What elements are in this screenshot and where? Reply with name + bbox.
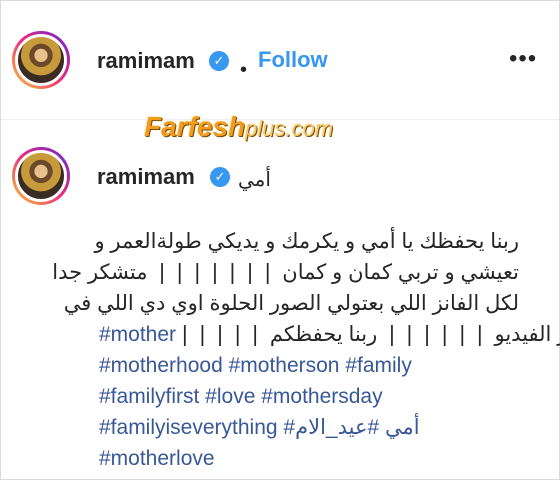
caption-title: أمي	[238, 169, 271, 191]
caption-story-ring[interactable]	[12, 147, 70, 205]
hashtags-line-5[interactable]: #motherlove	[99, 443, 519, 474]
username-link[interactable]: ramimam	[97, 48, 195, 74]
caption-avatar[interactable]	[15, 150, 67, 202]
avatar[interactable]	[15, 34, 67, 86]
caption-line-2: تعيشي و تربي كمان و كمان ❘❘❘❘❘❘❘ متشكر ج…	[52, 261, 519, 284]
watermark-brand: Farfesh	[144, 111, 246, 142]
caption-text: ربنا يحفظك يا أمي و يكرمك و يديكي طولةال…	[52, 226, 560, 474]
more-options-icon[interactable]: •••	[509, 45, 537, 73]
story-ring[interactable]	[12, 31, 70, 89]
caption-line-4: #motherاخر الفيديو ❘❘❘❘❘❘ ربنا يحفظكم ❘❘…	[99, 319, 560, 350]
post-header: ramimam ✓ • Follow •••	[1, 1, 559, 120]
hashtags-line-3[interactable]: #familyfirst #love #mothersday	[99, 381, 519, 412]
hashtag-mother-link[interactable]: #mother	[99, 323, 176, 346]
hashtags-line-2[interactable]: #motherhood #motherson #family	[99, 350, 519, 381]
caption-username-link[interactable]: ramimam	[97, 164, 195, 190]
caption-line-4-text: اخر الفيديو ❘❘❘❘❘❘ ربنا يحفظكم ❘❘❘❘❘	[176, 323, 560, 346]
watermark-sub: plus.com	[245, 116, 334, 141]
hashtags-line-4-a[interactable]: #familyiseverything #أمي #	[99, 416, 420, 439]
follow-button[interactable]: Follow	[258, 47, 328, 73]
hashtags-line-4-b[interactable]: عيد_الام	[295, 416, 367, 439]
caption-line-1: ربنا يحفظك يا أمي و يكرمك و يديكي طولةال…	[94, 230, 519, 253]
instagram-post-card: ramimam ✓ • Follow ••• Farfeshplus.com r…	[0, 0, 560, 480]
watermark-logo: Farfeshplus.com	[144, 111, 333, 143]
caption-line-3: لكل الفانز اللي بعتولي الصور الحلوة اوي …	[63, 292, 519, 315]
caption-verified-badge-icon: ✓	[210, 167, 230, 187]
hashtags-line-4[interactable]: #familyiseverything #أمي #عيد_الام	[99, 412, 519, 443]
verified-badge-icon: ✓	[209, 51, 229, 71]
separator-dot: •	[240, 59, 248, 81]
